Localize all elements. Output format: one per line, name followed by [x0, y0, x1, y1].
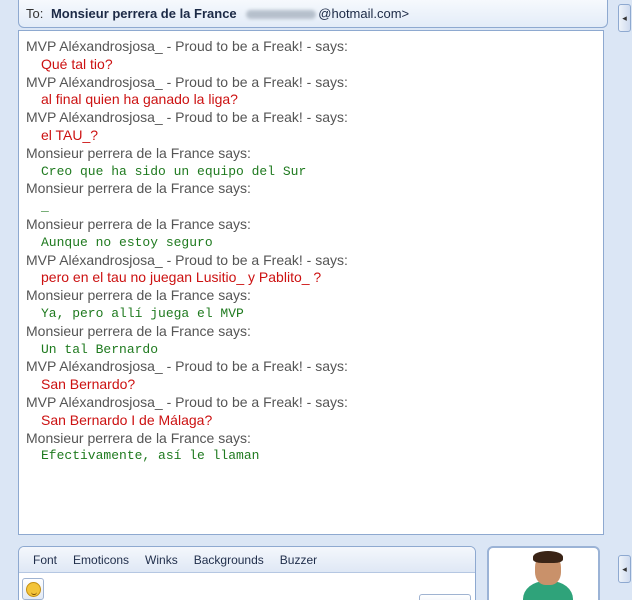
to-bar: To: Monsieur perrera de la France @hotma… — [18, 0, 608, 28]
expand-picture-button[interactable]: ◂ — [618, 555, 631, 583]
message-text: pero en el tau no juegan Lusitio_ y Pabl… — [41, 269, 322, 286]
message-text: Qué tal tio? — [41, 55, 113, 72]
to-label: To: — [26, 6, 44, 21]
message-text: _ — [41, 199, 49, 215]
message-text: San Bernardo I de Málaga? — [41, 411, 213, 428]
message-text: Ya, pero allí juega el MVP — [41, 305, 244, 321]
message-text: Efectivamente, así le llaman — [41, 448, 260, 464]
backgrounds-button[interactable]: Backgrounds — [194, 553, 264, 567]
message-text: el TAU_? — [41, 126, 99, 143]
message-speaker: MVP Aléxandrosjosa_ - Proud to be a Frea… — [26, 251, 348, 268]
emoticon-picker-button[interactable] — [22, 578, 44, 600]
message-text: Aunque no estoy seguro — [41, 234, 213, 250]
message-text: Un tal Bernardo — [41, 341, 159, 357]
message-speaker: Monsieur perrera de la France says: — [26, 287, 251, 304]
redacted-email — [246, 10, 317, 20]
message-speaker: Monsieur perrera de la France says: — [26, 429, 251, 446]
avatar-hair — [533, 551, 563, 563]
message-text: al final quien ha ganado la liga? — [41, 91, 238, 108]
emoticons-button[interactable]: Emoticons — [73, 553, 129, 567]
buzzer-button[interactable]: Buzzer — [280, 553, 317, 567]
conversation-pane[interactable]: MVP Aléxandrosjosa_ - Proud to be a Frea… — [18, 30, 604, 535]
expand-panel-button[interactable]: ◂ — [618, 4, 631, 32]
message-speaker: Monsieur perrera de la France says: — [26, 322, 251, 339]
message-speaker: Monsieur perrera de la France says: — [26, 144, 251, 161]
display-picture-panel[interactable] — [487, 546, 600, 600]
smiley-icon — [26, 582, 41, 597]
chevron-left-icon: ◂ — [622, 13, 627, 23]
email-domain: @hotmail.com> — [318, 6, 410, 21]
chevron-left-icon: ◂ — [622, 564, 627, 574]
font-button[interactable]: Font — [33, 553, 57, 567]
message-speaker: Monsieur perrera de la France says: — [26, 215, 251, 232]
message-speaker: MVP Aléxandrosjosa_ - Proud to be a Frea… — [26, 109, 348, 126]
message-speaker: Monsieur perrera de la France says: — [26, 180, 251, 197]
contact-display-picture — [523, 551, 573, 600]
send-button[interactable] — [419, 594, 471, 600]
compose-toolbar: Font Emoticons Winks Backgrounds Buzzer — [19, 547, 475, 573]
message-speaker: MVP Aléxandrosjosa_ - Proud to be a Frea… — [26, 38, 348, 54]
message-text: Creo que ha sido un equipo del Sur — [41, 163, 307, 179]
message-speaker: MVP Aléxandrosjosa_ - Proud to be a Frea… — [26, 358, 348, 375]
contact-name: Monsieur perrera de la France — [50, 6, 237, 21]
winks-button[interactable]: Winks — [145, 553, 178, 567]
message-speaker: MVP Aléxandrosjosa_ - Proud to be a Frea… — [26, 393, 348, 410]
compose-area: Font Emoticons Winks Backgrounds Buzzer — [18, 546, 476, 600]
message-text: San Bernardo? — [41, 376, 136, 393]
message-speaker: MVP Aléxandrosjosa_ - Proud to be a Frea… — [26, 73, 348, 90]
